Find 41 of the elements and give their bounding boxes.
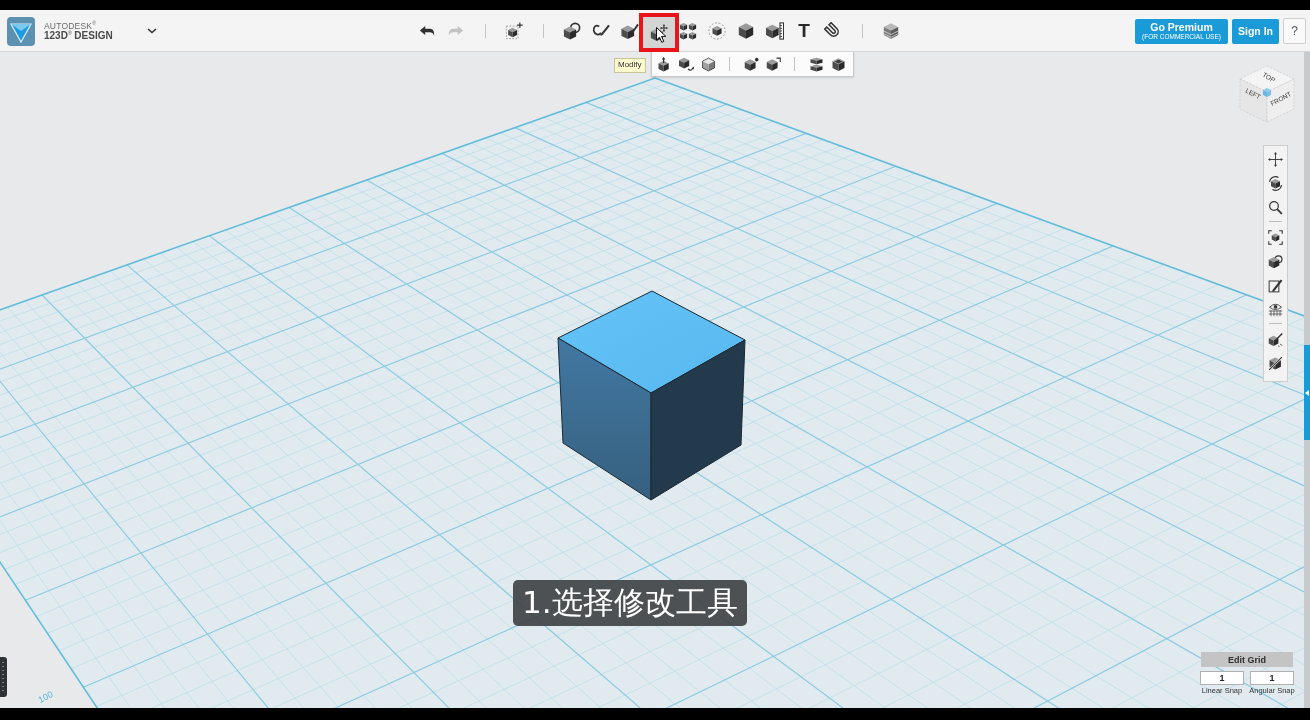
cube-dashed-circle-icon: [708, 22, 726, 40]
company-name: AUTODESK$^{®}$: [44, 20, 98, 30]
snap-input[interactable]: 1: [1250, 671, 1294, 685]
cube-crossed-icon: [1268, 355, 1283, 371]
cube-outline-icon: [700, 56, 716, 72]
magnet-icon: [824, 22, 842, 40]
cube-icon: [737, 22, 755, 40]
pencil-square-icon: [1268, 277, 1283, 293]
hollow-cube-icon: [830, 56, 846, 72]
cube-arrow-icon: [656, 56, 672, 72]
tool-button[interactable]: [639, 13, 679, 52]
grid-size-label: 100: [36, 689, 55, 705]
cube-circle-icon: [1268, 253, 1283, 269]
stacked-slabs-icon: [808, 56, 824, 72]
four-cubes-icon: [679, 22, 697, 40]
cube-circle-icon: [563, 22, 581, 40]
zoom-icon: [1268, 199, 1283, 215]
logo-icon: [7, 16, 35, 46]
layered-cube-icon: [882, 22, 900, 40]
cube-brush-icon: [621, 22, 639, 40]
cube-brackets-icon: [1268, 229, 1283, 245]
tooltip: Modify: [614, 58, 646, 73]
caption-text: 1.选择修改工具: [513, 580, 747, 626]
cube-curve-arrow-icon: [678, 56, 694, 72]
move-arrows-icon: [1268, 151, 1283, 167]
product-name: 123D$^{®}$ DESIGN: [44, 31, 113, 42]
side-handle[interactable]: [0, 657, 7, 697]
cube-corner-mark-icon: [765, 56, 781, 72]
tool-button[interactable]: T: [791, 18, 817, 44]
edit-grid-button[interactable]: Edit Grid: [1201, 652, 1293, 667]
mouse-pointer-icon: [656, 27, 667, 43]
cube-wand-icon: [1268, 331, 1283, 347]
cube-ruler-icon: [766, 22, 784, 40]
snap-input[interactable]: 1: [1200, 671, 1244, 685]
eye-grid-icon: [1268, 301, 1283, 317]
help-button[interactable]: ?: [1283, 18, 1306, 44]
chevron-down-icon: [146, 28, 157, 34]
panel-toggle-button[interactable]: [1304, 345, 1310, 440]
cube-corner-dot-icon: [743, 56, 759, 72]
orbit-icon: [1268, 175, 1283, 191]
cube-plus-icon: [505, 22, 523, 40]
